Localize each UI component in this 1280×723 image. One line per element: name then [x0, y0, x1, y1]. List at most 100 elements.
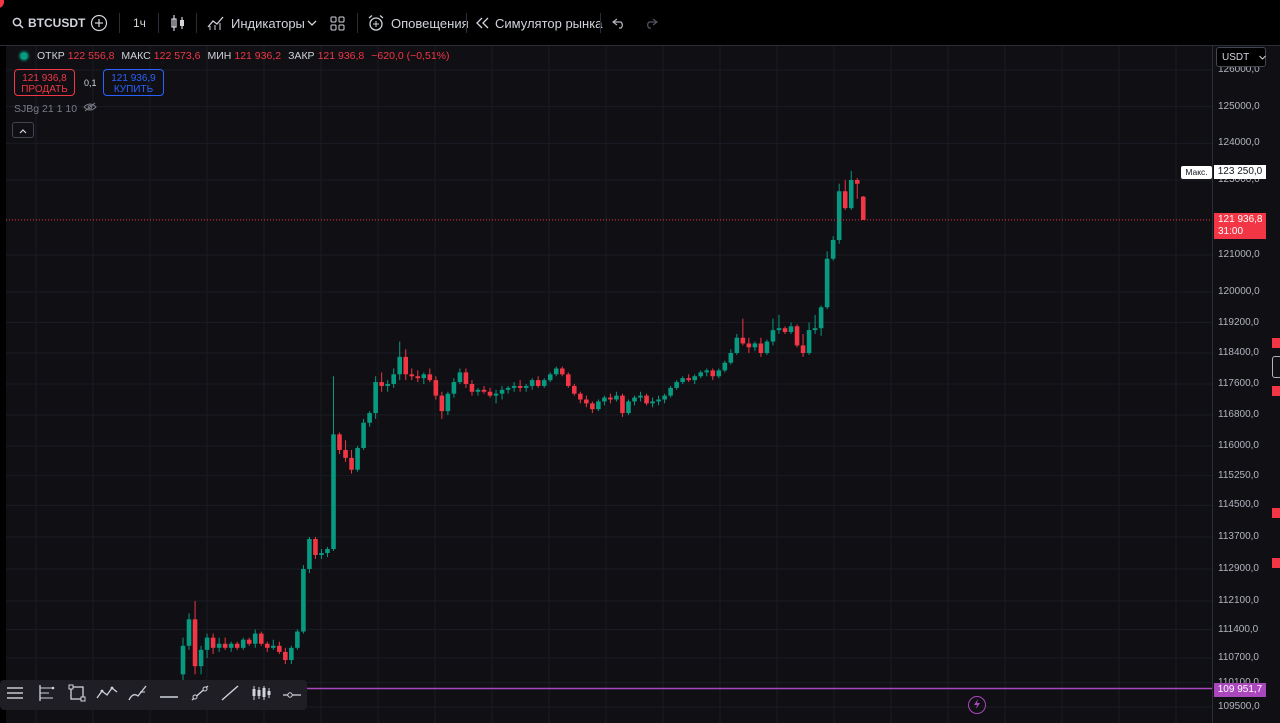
- price-tick-label: 124000,0: [1218, 137, 1260, 149]
- candle: [620, 393, 625, 417]
- candle: [836, 183, 842, 244]
- trend-line-tool-button[interactable]: [184, 680, 215, 710]
- fib-tool-button[interactable]: [31, 680, 62, 710]
- pattern-tool-button[interactable]: [246, 680, 277, 710]
- sell-button[interactable]: 121 936,8 ПРОДАТЬ: [14, 69, 75, 96]
- candle-body: [578, 393, 583, 400]
- price-tick-label: 125000,0: [1218, 100, 1260, 112]
- horizontal-line-icon: [159, 686, 179, 704]
- candle-body: [800, 345, 806, 353]
- low-value: 121 936,2: [234, 50, 282, 62]
- indicators-dropdown-button[interactable]: [307, 10, 317, 36]
- candle-body: [391, 374, 396, 384]
- open-label: ОТКР: [37, 50, 65, 62]
- candle: [590, 401, 595, 414]
- rewind-icon: [475, 17, 489, 29]
- candle: [475, 387, 481, 396]
- redo-button[interactable]: [644, 10, 658, 36]
- path-tool-button[interactable]: [92, 680, 123, 710]
- undo-button[interactable]: [612, 10, 626, 36]
- toolbar-divider: [196, 13, 197, 33]
- interval-button[interactable]: 1ч: [133, 10, 146, 36]
- candle: [788, 322, 794, 334]
- candle: [391, 368, 396, 388]
- alerts-button[interactable]: Оповещения: [367, 10, 469, 36]
- ray-icon: [220, 684, 240, 707]
- eye-crossed-icon[interactable]: [83, 102, 97, 115]
- sell-price: 121 936,8: [22, 73, 67, 84]
- candle-body: [523, 385, 529, 388]
- currency-select[interactable]: USDT: [1216, 47, 1267, 67]
- price-tick-label: 119200,0: [1218, 316, 1259, 328]
- candle-body: [830, 240, 836, 259]
- candle-body: [704, 370, 710, 373]
- candle-body: [180, 645, 186, 675]
- rectangle-tool-button[interactable]: [61, 680, 92, 710]
- indicators-button[interactable]: Индикаторы: [207, 10, 305, 36]
- candle-body: [228, 643, 234, 648]
- horizontal-ray-tool-button[interactable]: [276, 680, 307, 710]
- brush-tool-button[interactable]: [123, 680, 154, 710]
- candle-body: [252, 633, 258, 644]
- candle-body: [674, 382, 679, 388]
- symbol-search-button[interactable]: BTCUSDT: [12, 10, 85, 36]
- replay-button[interactable]: Симулятор рынка: [475, 10, 602, 36]
- candle: [343, 440, 348, 462]
- candle: [451, 378, 457, 398]
- currency-label: USDT: [1222, 51, 1250, 63]
- candle-body: [246, 639, 252, 644]
- buy-button[interactable]: 121 936,9 КУПИТЬ: [103, 69, 164, 96]
- candlestick-chart[interactable]: [6, 46, 1212, 723]
- candle-body: [283, 651, 288, 661]
- current-price-value: 121 936,8: [1218, 214, 1263, 225]
- sell-label: ПРОДАТЬ: [21, 84, 68, 95]
- candle-body: [590, 403, 595, 410]
- candles-icon: [170, 14, 186, 32]
- price-tick-label: 112900,0: [1218, 563, 1259, 574]
- candle: [295, 629, 300, 650]
- alert-lightning-button[interactable]: [968, 696, 986, 714]
- trend-line-icon: [190, 684, 210, 707]
- candle-body: [758, 343, 764, 353]
- templates-button[interactable]: [330, 10, 345, 36]
- compare-symbol-button[interactable]: [90, 10, 108, 36]
- candle: [409, 368, 415, 381]
- candle: [764, 339, 770, 355]
- price-tick-label: 120000,0: [1218, 286, 1260, 297]
- price-tick-label: 109500,0: [1218, 701, 1260, 712]
- candle: [252, 629, 258, 648]
- candle-body: [475, 389, 481, 392]
- candle-body: [541, 380, 547, 386]
- low-label: МИН: [207, 50, 232, 62]
- grid-layout-icon: [330, 16, 345, 31]
- candle: [686, 374, 691, 383]
- candle-body: [210, 637, 216, 648]
- horizontal-line-tool-button[interactable]: [154, 680, 185, 710]
- candle-body: [626, 401, 631, 414]
- drawing-menu-button[interactable]: [0, 680, 31, 710]
- candle-body: [295, 631, 300, 648]
- notification-marker: [0, 0, 4, 8]
- edge-price-marker: [1272, 508, 1280, 518]
- candle-body: [632, 397, 637, 402]
- toolbar-divider: [119, 13, 120, 33]
- legend-collapse-button[interactable]: [12, 122, 34, 138]
- candle-body: [439, 395, 445, 412]
- candle-body: [445, 393, 451, 412]
- candle-body: [337, 434, 342, 450]
- ray-tool-button[interactable]: [215, 680, 246, 710]
- candle: [680, 376, 685, 384]
- candle-body: [198, 649, 204, 667]
- candle-body: [204, 637, 210, 650]
- search-icon: [12, 17, 24, 29]
- indicator-legend[interactable]: SJBg 21 1 10: [14, 102, 97, 115]
- candle: [698, 370, 704, 379]
- chart-type-button[interactable]: [170, 10, 186, 36]
- candle-body: [192, 619, 198, 667]
- rectangle-icon: [68, 684, 86, 707]
- candle: [457, 368, 463, 384]
- candle: [505, 385, 511, 394]
- candle-body: [722, 362, 728, 371]
- scroll-to-realtime-button[interactable]: [1272, 356, 1280, 378]
- chart-pane[interactable]: [6, 46, 1212, 723]
